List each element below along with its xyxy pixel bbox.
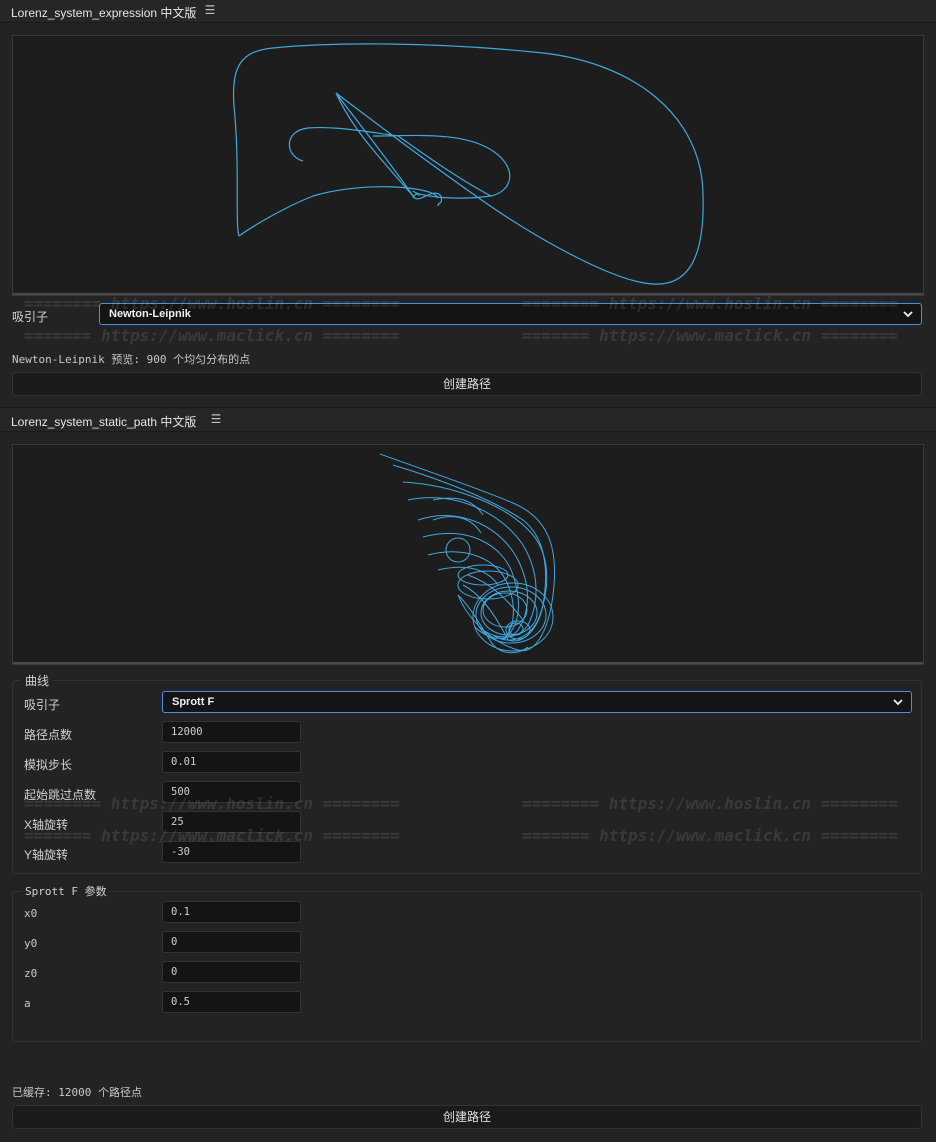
y0-input[interactable]: 0: [162, 931, 301, 953]
panel-title: Lorenz_system_expression 中文版: [11, 6, 197, 20]
create-path-button[interactable]: 创建路径: [12, 372, 922, 396]
attractor-label: 吸引子: [24, 698, 61, 712]
input-value: 0.01: [171, 756, 197, 768]
x-rotation-label: X轴旋转: [24, 818, 69, 832]
step-size-input[interactable]: 0.01: [162, 751, 301, 773]
static-path-preview-canvas: [12, 444, 924, 665]
input-value: 25: [171, 816, 184, 828]
group-title: Sprott F 参数: [21, 883, 111, 899]
attractor-select-value: Newton-Leipnik: [109, 308, 191, 320]
input-value: 0: [171, 936, 178, 948]
sprott-params-group: Sprott F 参数 x0 0.1 y0 0 z0 0 a 0.5: [12, 883, 922, 1042]
input-value: 0: [171, 966, 178, 978]
input-value: -30: [171, 846, 190, 858]
input-value: 0.5: [171, 996, 190, 1008]
group-title: 曲线: [21, 672, 54, 689]
attractor-preview-canvas: [12, 35, 924, 296]
input-value: 500: [171, 786, 190, 798]
skip-points-label: 起始跳过点数: [24, 788, 97, 802]
x-rotation-input[interactable]: 25: [162, 811, 301, 833]
skip-points-input[interactable]: 500: [162, 781, 301, 803]
hamburger-menu-icon[interactable]: ☰: [204, 3, 216, 17]
input-value: 12000: [171, 726, 203, 738]
step-size-label: 模拟步长: [24, 758, 73, 772]
x0-label: x0: [24, 907, 38, 920]
hamburger-menu-icon[interactable]: ☰: [210, 412, 222, 426]
attractor-label: 吸引子: [12, 310, 49, 324]
attractor-curve-icon: [232, 43, 704, 285]
chevron-down-icon: [893, 699, 903, 706]
x0-input[interactable]: 0.1: [162, 901, 301, 923]
z0-label: z0: [24, 967, 38, 980]
y-rotation-label: Y轴旋转: [24, 848, 69, 862]
chevron-down-icon: [903, 311, 913, 318]
curve-settings-group: 曲线 吸引子 Sprott F 路径点数 12000 模拟步长 0.01 起始跳…: [12, 672, 922, 874]
sprott-curve-icon: [379, 453, 556, 654]
a-label: a: [24, 997, 31, 1010]
y0-label: y0: [24, 937, 38, 950]
path-points-label: 路径点数: [24, 728, 73, 742]
a-input[interactable]: 0.5: [162, 991, 301, 1013]
watermark-text: ======= https://www.maclick.cn ========: [522, 326, 898, 345]
input-value: 0.1: [171, 906, 190, 918]
cache-status-text: 已缓存: 12000 个路径点: [12, 1086, 142, 1099]
y-rotation-input[interactable]: -30: [162, 841, 301, 863]
path-points-input[interactable]: 12000: [162, 721, 301, 743]
attractor-select[interactable]: Sprott F: [162, 691, 912, 713]
panel-title: Lorenz_system_static_path 中文版: [11, 415, 197, 429]
preview-info-text: Newton-Leipnik 预览: 900 个均匀分布的点: [12, 353, 251, 366]
panel-header-static-path: Lorenz_system_static_path 中文版 ☰: [0, 409, 936, 432]
attractor-select-value: Sprott F: [172, 696, 215, 708]
panel-header-expression: Lorenz_system_expression 中文版 ☰: [0, 0, 936, 23]
watermark-text: ======= https://www.maclick.cn ========: [24, 326, 400, 345]
attractor-select[interactable]: Newton-Leipnik: [99, 303, 922, 325]
create-path-button[interactable]: 创建路径: [12, 1105, 922, 1129]
z0-input[interactable]: 0: [162, 961, 301, 983]
